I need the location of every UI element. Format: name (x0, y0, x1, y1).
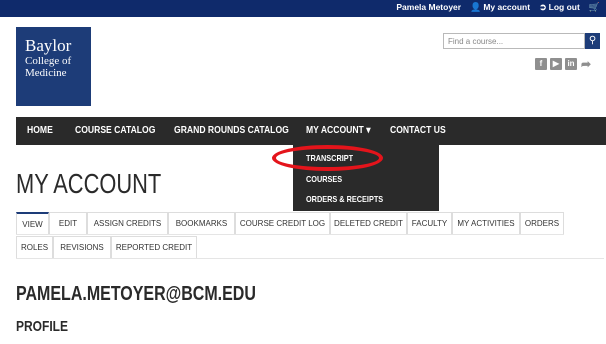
tab-my-activities[interactable]: MY ACTIVITIES (452, 212, 520, 234)
user-icon: 👤 (470, 1, 482, 12)
tab-divider (16, 258, 604, 259)
youtube-icon[interactable]: ▶ (550, 58, 562, 70)
tab-divider (16, 234, 564, 235)
utility-links: Pamela Metoyer 👤 My account ➲ Log out 🛒 (396, 2, 600, 12)
tab-roles[interactable]: ROLES (16, 236, 53, 258)
logo-line-1: Baylor (25, 36, 72, 55)
linkedin-icon[interactable]: in (565, 58, 577, 70)
logo-line-2: College of (25, 55, 72, 67)
cart-icon: 🛒 (588, 1, 600, 12)
nav-home[interactable]: HOME (27, 117, 53, 145)
nav-my-account[interactable]: MY ACCOUNT ▾ (306, 117, 371, 145)
tab-orders[interactable]: ORDERS (520, 212, 564, 234)
account-email: PAMELA.METOYER@BCM.EDU (16, 283, 256, 305)
my-account-link[interactable]: 👤 My account (470, 2, 530, 12)
logo-line-3: Medicine (25, 67, 67, 79)
tab-course-credit-log[interactable]: COURSE CREDIT LOG (235, 212, 330, 234)
highlight-annotation (272, 145, 383, 171)
search-input[interactable] (443, 33, 585, 49)
nav-contact-us[interactable]: CONTACT US (390, 117, 446, 145)
main-nav: HOME COURSE CATALOG GRAND ROUNDS CATALOG… (16, 117, 606, 145)
cart-link[interactable]: 🛒 (588, 1, 600, 12)
tab-revisions[interactable]: REVISIONS (53, 236, 111, 258)
nav-my-account-label: MY ACCOUNT (306, 125, 364, 136)
tab-bookmarks[interactable]: BOOKMARKS (168, 212, 235, 234)
user-name-link[interactable]: Pamela Metoyer (396, 2, 461, 12)
tab-reported-credit[interactable]: REPORTED CREDIT (111, 236, 197, 258)
search-button[interactable]: ⚲ (585, 33, 600, 49)
logout-link[interactable]: ➲ Log out (539, 2, 580, 12)
tab-edit[interactable]: EDIT (49, 212, 87, 234)
logout-icon: ➲ (539, 1, 547, 12)
nav-grand-rounds-catalog[interactable]: GRAND ROUNDS CATALOG (174, 117, 289, 145)
tab-deleted-credit[interactable]: DELETED CREDIT (330, 212, 407, 234)
dropdown-item-orders-receipts[interactable]: ORDERS & RECEIPTS (306, 194, 383, 204)
tab-faculty[interactable]: FACULTY (407, 212, 452, 234)
page-title: MY ACCOUNT (16, 168, 162, 199)
my-account-label: My account (483, 2, 531, 12)
facebook-icon[interactable]: f (535, 58, 547, 70)
top-utility-bar: Pamela Metoyer 👤 My account ➲ Log out 🛒 (0, 0, 606, 17)
search-box: ⚲ (443, 33, 600, 49)
bcm-logo[interactable]: Baylor College of Medicine (16, 27, 91, 106)
tab-view[interactable]: VIEW (16, 212, 49, 234)
social-icons: f ▶ in ➦ (535, 58, 592, 70)
tab-assign-credits[interactable]: ASSIGN CREDITS (87, 212, 168, 234)
chevron-down-icon: ▾ (366, 125, 371, 136)
dropdown-item-courses[interactable]: COURSES (306, 174, 342, 184)
profile-heading: PROFILE (16, 318, 69, 335)
share-icon[interactable]: ➦ (580, 58, 592, 70)
logout-label: Log out (548, 2, 580, 12)
nav-course-catalog[interactable]: COURSE CATALOG (75, 117, 155, 145)
search-icon: ⚲ (588, 35, 597, 46)
